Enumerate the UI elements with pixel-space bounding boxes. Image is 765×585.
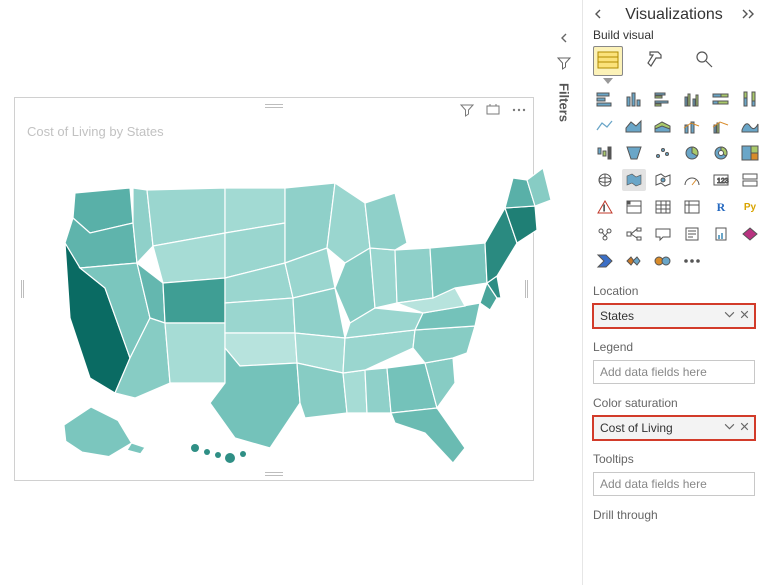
focus-mode-icon[interactable] [485,102,501,118]
analytics-tab[interactable] [689,46,719,76]
location-section: Location States [593,284,755,328]
remove-field-icon[interactable] [739,309,750,323]
filters-pane-collapsed[interactable]: Filters [553,32,575,132]
format-tab[interactable] [641,46,671,76]
svg-text:!: ! [603,204,605,213]
visual-title: Cost of Living by States [27,124,164,139]
viz-more-icon[interactable] [680,250,704,272]
viz-clustered-column[interactable] [680,88,704,110]
filter-icon[interactable] [459,102,475,118]
drill-through-section: Drill through [593,508,755,522]
viz-stacked-bar[interactable] [593,88,617,110]
chevron-down-icon[interactable] [724,421,735,435]
color-saturation-section: Color saturation Cost of Living [593,396,755,440]
viz-r-script[interactable]: R [709,196,733,218]
viz-qna[interactable] [651,223,675,245]
resize-grip-left[interactable] [19,280,25,298]
filters-label: Filters [557,83,572,122]
viz-gauge[interactable] [680,169,704,191]
viz-filled-map[interactable] [622,169,646,191]
viz-python[interactable]: Py [738,196,762,218]
viz-donut[interactable] [709,142,733,164]
viz-scatter[interactable] [651,142,675,164]
viz-get-more[interactable] [651,250,675,272]
color-saturation-value: Cost of Living [600,421,673,435]
viz-matrix[interactable] [680,196,704,218]
viz-waterfall[interactable] [593,142,617,164]
panel-title: Visualizations [625,6,723,24]
viz-stacked-area[interactable] [651,115,675,137]
build-visual-label: Build visual [593,28,755,42]
viz-table[interactable] [651,196,675,218]
resize-grip-bottom[interactable] [265,470,283,476]
chevron-left-icon[interactable] [593,8,607,22]
location-label: Location [593,284,755,298]
report-canvas[interactable]: Cost of Living by States [0,0,548,585]
legend-label: Legend [593,340,755,354]
viz-stacked-column[interactable] [622,88,646,110]
svg-text:123: 123 [717,178,729,185]
chevron-left-icon [559,32,569,46]
color-saturation-well[interactable]: Cost of Living [593,416,755,440]
viz-kpi[interactable]: ! [593,196,617,218]
viz-slicer[interactable] [622,196,646,218]
viz-card[interactable]: 123 [709,169,733,191]
viz-pie[interactable] [680,142,704,164]
viz-100-stacked-bar[interactable] [709,88,733,110]
viz-area[interactable] [622,115,646,137]
tooltips-label: Tooltips [593,452,755,466]
viz-ribbon[interactable] [738,115,762,137]
resize-grip-top[interactable] [265,102,283,108]
tooltips-section: Tooltips Add data fields here [593,452,755,496]
viz-type-gallery: 123 ! R Py [593,88,755,272]
viz-multi-row-card[interactable] [738,169,762,191]
chevron-down-icon[interactable] [724,309,735,323]
filled-map-visual[interactable] [35,148,515,468]
filter-icon [557,56,571,73]
viz-funnel[interactable] [622,142,646,164]
viz-power-apps[interactable] [738,223,762,245]
color-saturation-label: Color saturation [593,396,755,410]
viz-treemap[interactable] [738,142,762,164]
viz-paginated-report[interactable] [709,223,733,245]
panel-mode-tabs [593,46,755,76]
more-options-icon[interactable] [511,102,527,118]
build-tab[interactable] [593,46,623,76]
remove-field-icon[interactable] [739,421,750,435]
viz-line-stacked-column[interactable] [680,115,704,137]
resize-grip-right[interactable] [523,280,529,298]
viz-decomposition-tree[interactable] [622,223,646,245]
viz-line[interactable] [593,115,617,137]
viz-line-clustered-column[interactable] [709,115,733,137]
expand-icon[interactable] [741,8,755,22]
tooltips-placeholder: Add data fields here [600,477,707,491]
active-tab-caret-icon [603,78,613,84]
viz-smart-narrative[interactable] [680,223,704,245]
visualizations-panel: Visualizations Build visual [582,0,765,585]
viz-100-stacked-column[interactable] [738,88,762,110]
visual-toolbar [459,102,527,118]
viz-power-automate[interactable] [593,250,617,272]
viz-app-source[interactable] [622,250,646,272]
viz-map[interactable] [593,169,617,191]
legend-section: Legend Add data fields here [593,340,755,384]
drill-through-label: Drill through [593,508,755,522]
location-well[interactable]: States [593,304,755,328]
tooltips-well[interactable]: Add data fields here [593,472,755,496]
viz-clustered-bar[interactable] [651,88,675,110]
viz-key-influencers[interactable] [593,223,617,245]
legend-placeholder: Add data fields here [600,365,707,379]
location-value: States [600,309,634,323]
viz-azure-map[interactable] [651,169,675,191]
map-visual-container[interactable]: Cost of Living by States [14,97,534,481]
legend-well[interactable]: Add data fields here [593,360,755,384]
